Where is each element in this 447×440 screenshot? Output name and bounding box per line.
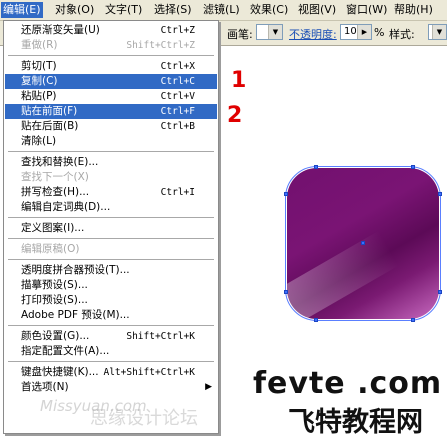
menu-item-label: 指定配置文件(A)...: [21, 345, 110, 357]
menu-item[interactable]: 查找下一个(X): [5, 170, 217, 185]
menu-item-label: 键盘快捷键(K)...: [21, 366, 99, 378]
menu-item[interactable]: 贴在前面(F) Ctrl+F: [5, 104, 217, 119]
menu-text[interactable]: 文字(T): [103, 2, 144, 18]
menu-item[interactable]: 键盘快捷键(K)... Alt+Shift+Ctrl+K: [5, 365, 217, 380]
menu-separator: [8, 217, 214, 219]
menu-item-shortcut: Shift+Ctrl+Z: [126, 40, 195, 51]
menu-item[interactable]: 描摹预设(S)...: [5, 278, 217, 293]
anchor-point[interactable]: [314, 165, 318, 169]
style-dropdown[interactable]: ▼: [428, 24, 447, 40]
brush-label: 画笔:: [227, 28, 253, 41]
anchor-point[interactable]: [411, 318, 415, 322]
menu-separator: [8, 55, 214, 57]
anchor-point[interactable]: [314, 318, 318, 322]
menu-item-label: 查找下一个(X): [21, 171, 89, 183]
menu-separator: [8, 259, 214, 261]
menu-item-shortcut: Ctrl+Z: [160, 25, 195, 36]
menu-item-shortcut: Shift+Ctrl+K: [126, 331, 195, 342]
anchor-point[interactable]: [284, 290, 288, 294]
edit-menu-dropdown: 还原渐变矢量(U) Ctrl+Z 重做(R) Shift+Ctrl+Z 剪切(T) Ctr…: [3, 20, 219, 434]
menu-item-label: 编辑原稿(O): [21, 243, 80, 255]
menu-item[interactable]: 还原渐变矢量(U) Ctrl+Z: [5, 23, 217, 38]
menu-item-shortcut: Ctrl+X: [160, 61, 195, 72]
menu-item[interactable]: 查找和替换(E)...: [5, 155, 217, 170]
menu-item[interactable]: 贴在后面(B) Ctrl+B: [5, 119, 217, 134]
menu-item-label: 还原渐变矢量(U): [21, 24, 100, 36]
menu-item[interactable]: 颜色设置(G)... Shift+Ctrl+K: [5, 329, 217, 344]
menu-item[interactable]: 指定配置文件(A)...: [5, 344, 217, 359]
center-point: [361, 241, 365, 245]
menu-item-shortcut: Ctrl+F: [160, 106, 195, 117]
menu-item-label: 打印预设(S)...: [21, 294, 88, 306]
menu-separator: [8, 325, 214, 327]
menu-separator: [8, 238, 214, 240]
menu-item-label: 查找和替换(E)...: [21, 156, 99, 168]
anchor-point[interactable]: [438, 290, 442, 294]
menu-item-label: 定义图案(I)...: [21, 222, 85, 234]
watermark-cn-text: 飞特教程网: [288, 407, 423, 438]
menu-item[interactable]: 透明度拼合器预设(T)...: [5, 263, 217, 278]
menu-item-label: 粘贴(P): [21, 90, 57, 102]
menu-item-label: Adobe PDF 预设(M)...: [21, 309, 130, 321]
menu-item[interactable]: 拼写检查(H)... Ctrl+I: [5, 185, 217, 200]
menu-filter[interactable]: 滤镜(L): [201, 2, 242, 18]
menu-item-label: 拼写检查(H)...: [21, 186, 90, 198]
opacity-label[interactable]: 不透明度:: [289, 26, 337, 42]
menu-item-shortcut: Alt+Shift+Ctrl+K: [103, 367, 195, 378]
menu-item-label: 剪切(T): [21, 60, 57, 72]
menu-item-label: 贴在前面(F): [21, 105, 78, 117]
menu-window[interactable]: 窗口(W): [344, 2, 389, 18]
menu-item-label: 贴在后面(B): [21, 120, 79, 132]
menu-item-label: 编辑自定词典(D)...: [21, 201, 111, 213]
chevron-right-icon: ▶: [357, 25, 371, 39]
menu-separator: [8, 361, 214, 363]
menu-item[interactable]: 首选项(N) ▶: [5, 380, 217, 395]
menu-edit[interactable]: 编辑(E): [1, 2, 43, 18]
menu-item-shortcut: Ctrl+I: [160, 187, 195, 198]
menu-item-label: 透明度拼合器预设(T)...: [21, 264, 130, 276]
watermark-text: fevte .com: [253, 366, 443, 401]
chevron-down-icon: ▼: [432, 25, 446, 39]
anchor-point[interactable]: [411, 165, 415, 169]
chevron-down-icon: ▼: [268, 25, 282, 39]
callout-number-1: 1: [231, 68, 247, 93]
menu-item[interactable]: 清除(L): [5, 134, 217, 149]
menu-separator: [8, 151, 214, 153]
menu-item-shortcut: Ctrl+C: [160, 76, 195, 87]
callout-number-2: 2: [227, 103, 243, 128]
opacity-input[interactable]: 100 ▶: [340, 24, 372, 40]
opacity-unit: %: [374, 26, 385, 39]
menu-item-shortcut: Ctrl+V: [160, 91, 195, 102]
menu-item-label: 描摹预设(S)...: [21, 279, 88, 291]
menu-help[interactable]: 帮助(H): [392, 2, 435, 18]
menu-item-label: 首选项(N): [21, 381, 69, 393]
menu-item[interactable]: 打印预设(S)...: [5, 293, 217, 308]
style-label: 样式:: [389, 28, 415, 41]
menu-item[interactable]: 编辑原稿(O): [5, 242, 217, 257]
menu-effect[interactable]: 效果(C): [248, 2, 290, 18]
menu-item[interactable]: 复制(C) Ctrl+C: [5, 74, 217, 89]
menu-select[interactable]: 选择(S): [152, 2, 194, 18]
anchor-point[interactable]: [284, 192, 288, 196]
submenu-arrow-icon: ▶: [205, 382, 212, 392]
menu-object[interactable]: 对象(O): [53, 2, 96, 18]
anchor-point[interactable]: [438, 192, 442, 196]
menu-item[interactable]: 粘贴(P) Ctrl+V: [5, 89, 217, 104]
menu-item-label: 颜色设置(G)...: [21, 330, 90, 342]
menu-item[interactable]: 剪切(T) Ctrl+X: [5, 59, 217, 74]
faded-watermark-cn: 思缘设计论坛: [90, 408, 198, 429]
menu-item[interactable]: 重做(R) Shift+Ctrl+Z: [5, 38, 217, 53]
menu-item[interactable]: 编辑自定词典(D)...: [5, 200, 217, 215]
menu-bar: 编辑(E) 对象(O) 文字(T) 选择(S) 滤镜(L) 效果(C) 视图(V…: [0, 0, 447, 21]
menu-item-shortcut: Ctrl+B: [160, 121, 195, 132]
menu-view[interactable]: 视图(V): [296, 2, 338, 18]
menu-item-label: 复制(C): [21, 75, 58, 87]
menu-item[interactable]: Adobe PDF 预设(M)...: [5, 308, 217, 323]
menu-item-label: 清除(L): [21, 135, 57, 147]
brush-dropdown[interactable]: ▼: [256, 24, 283, 40]
menu-item-label: 重做(R): [21, 39, 58, 51]
menu-item[interactable]: 定义图案(I)...: [5, 221, 217, 236]
